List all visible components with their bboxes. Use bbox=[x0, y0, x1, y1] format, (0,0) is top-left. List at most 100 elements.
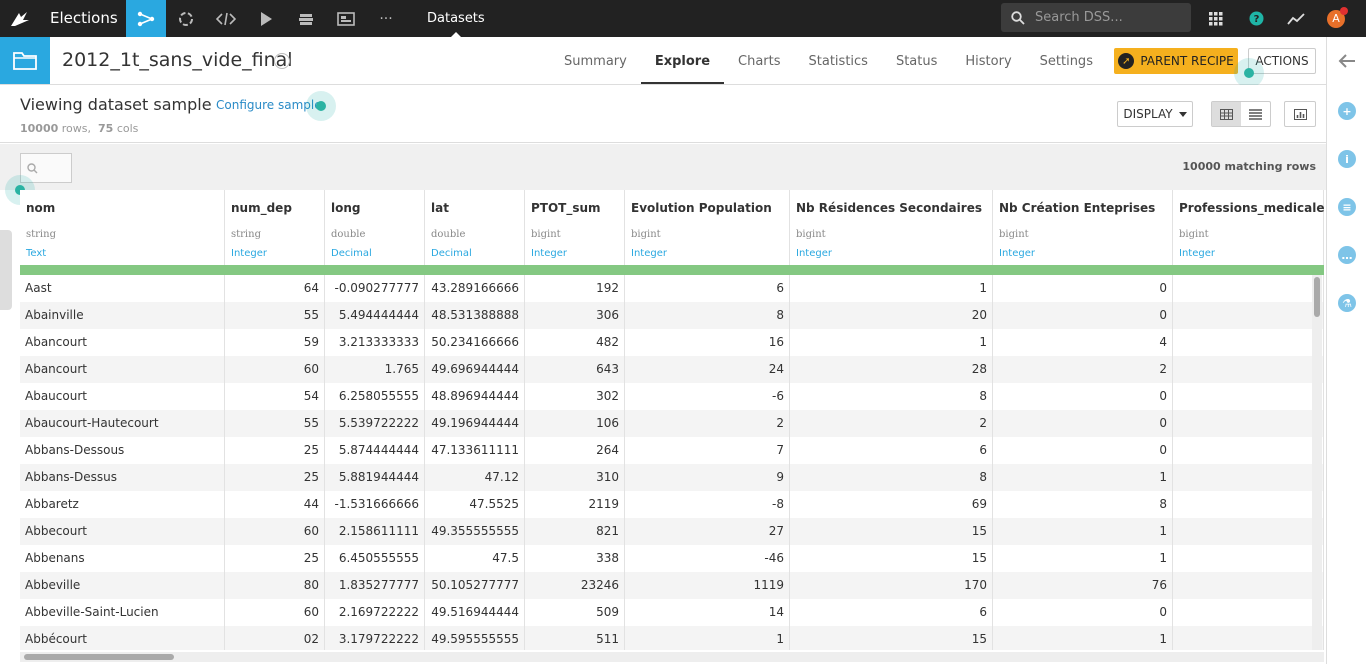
table-cell[interactable]: 59 bbox=[225, 329, 325, 356]
table-cell[interactable]: 69 bbox=[790, 491, 993, 518]
table-cell[interactable]: 0 bbox=[993, 410, 1173, 437]
table-cell[interactable]: 2119 bbox=[525, 491, 625, 518]
run-icon[interactable] bbox=[246, 0, 286, 37]
table-cell[interactable]: -8 bbox=[625, 491, 790, 518]
collapse-arrow-icon[interactable] bbox=[1338, 53, 1356, 72]
column-header[interactable]: Professions_medicales bigint Integer bbox=[1173, 190, 1324, 266]
table-cell[interactable]: 1 bbox=[790, 329, 993, 356]
table-cell[interactable]: 3.179722222 bbox=[325, 626, 425, 650]
table-cell[interactable]: -1.531666666 bbox=[325, 491, 425, 518]
apps-grid-icon[interactable] bbox=[1201, 0, 1231, 37]
table-cell[interactable]: 16 bbox=[625, 329, 790, 356]
table-cell[interactable]: Abancourt bbox=[20, 356, 225, 383]
table-cell[interactable]: 8 bbox=[993, 491, 1173, 518]
table-cell[interactable]: 60 bbox=[225, 599, 325, 626]
table-cell[interactable]: 821 bbox=[525, 518, 625, 545]
table-cell[interactable]: 0 bbox=[993, 302, 1173, 329]
display-dropdown[interactable]: DISPLAY bbox=[1117, 101, 1193, 127]
tab-statistics[interactable]: Statistics bbox=[795, 37, 882, 84]
table-cell[interactable]: 5.494444444 bbox=[325, 302, 425, 329]
table-cell[interactable]: -0.090277777 bbox=[325, 275, 425, 302]
table-row[interactable]: Abbeville-Saint-Lucien 60 2.169722222 49.51… bbox=[20, 599, 1324, 626]
table-row[interactable]: Abbans-Dessous 25 5.874444444 47.133611111 2… bbox=[20, 437, 1324, 464]
table-cell[interactable]: 8 bbox=[790, 464, 993, 491]
flow-icon[interactable] bbox=[126, 0, 166, 37]
table-cell[interactable]: 0 bbox=[993, 437, 1173, 464]
table-cell[interactable]: 80 bbox=[225, 572, 325, 599]
table-cell[interactable]: 49.196944444 bbox=[425, 410, 525, 437]
table-cell[interactable]: 0 bbox=[993, 275, 1173, 302]
table-cell[interactable] bbox=[1173, 410, 1324, 437]
table-cell[interactable]: 23246 bbox=[525, 572, 625, 599]
table-cell[interactable]: 9 bbox=[625, 464, 790, 491]
column-meaning[interactable]: Integer bbox=[631, 248, 667, 259]
table-cell[interactable]: 20 bbox=[790, 302, 993, 329]
list-view-icon[interactable] bbox=[1241, 102, 1270, 126]
table-cell[interactable]: 1119 bbox=[625, 572, 790, 599]
dss-logo-icon[interactable] bbox=[0, 0, 40, 37]
vertical-scrollbar[interactable] bbox=[1312, 275, 1322, 650]
table-cell[interactable]: 8 bbox=[625, 302, 790, 329]
table-cell[interactable]: 49.355555555 bbox=[425, 518, 525, 545]
table-cell[interactable]: 1 bbox=[993, 545, 1173, 572]
table-cell[interactable]: 24 bbox=[625, 356, 790, 383]
column-header[interactable]: long double Decimal bbox=[325, 190, 425, 266]
table-cell[interactable]: 25 bbox=[225, 464, 325, 491]
table-cell[interactable]: 15 bbox=[790, 518, 993, 545]
table-cell[interactable] bbox=[1173, 329, 1324, 356]
table-row[interactable]: Abancourt 59 3.213333333 50.234166666 482 16 1… bbox=[20, 329, 1324, 356]
table-cell[interactable]: 6.450555555 bbox=[325, 545, 425, 572]
table-cell[interactable]: 302 bbox=[525, 383, 625, 410]
column-header[interactable]: Nb Création Enteprises bigint Integer bbox=[993, 190, 1173, 266]
table-view-icon[interactable] bbox=[1212, 102, 1241, 126]
table-cell[interactable]: 2 bbox=[790, 410, 993, 437]
table-cell[interactable]: 54 bbox=[225, 383, 325, 410]
table-cell[interactable]: 47.5 bbox=[425, 545, 525, 572]
column-meaning[interactable]: Integer bbox=[999, 248, 1035, 259]
parent-recipe-button[interactable]: ➚ PARENT RECIPE bbox=[1114, 48, 1238, 74]
tutorial-beacon[interactable] bbox=[1234, 58, 1264, 88]
add-icon[interactable]: + bbox=[1338, 102, 1356, 120]
tab-charts[interactable]: Charts bbox=[724, 37, 795, 84]
table-cell[interactable]: -46 bbox=[625, 545, 790, 572]
table-cell[interactable]: 0 bbox=[993, 383, 1173, 410]
info-icon[interactable]: i bbox=[1338, 150, 1356, 168]
discussions-icon[interactable]: … bbox=[1338, 246, 1356, 264]
table-cell[interactable]: Abancourt bbox=[20, 329, 225, 356]
table-row[interactable]: Abbans-Dessus 25 5.881944444 47.12 310 9 8 1 bbox=[20, 464, 1324, 491]
table-cell[interactable] bbox=[1173, 545, 1324, 572]
table-cell[interactable]: 482 bbox=[525, 329, 625, 356]
table-cell[interactable]: 1 bbox=[993, 626, 1173, 650]
table-cell[interactable]: 1 bbox=[790, 275, 993, 302]
project-title[interactable]: Elections bbox=[50, 0, 118, 37]
table-cell[interactable]: 15 bbox=[790, 545, 993, 572]
column-meaning[interactable]: Decimal bbox=[331, 248, 372, 259]
table-cell[interactable]: 6.258055555 bbox=[325, 383, 425, 410]
table-cell[interactable]: 14 bbox=[625, 599, 790, 626]
table-cell[interactable]: 64 bbox=[225, 275, 325, 302]
recipes-icon[interactable] bbox=[166, 0, 206, 37]
table-cell[interactable]: 338 bbox=[525, 545, 625, 572]
table-cell[interactable]: 15 bbox=[790, 626, 993, 650]
table-cell[interactable]: 4 bbox=[993, 329, 1173, 356]
table-row[interactable]: Abaucourt 54 6.258055555 48.896944444 302 -6 8… bbox=[20, 383, 1324, 410]
table-cell[interactable]: 6 bbox=[790, 599, 993, 626]
table-cell[interactable]: Abbeville bbox=[20, 572, 225, 599]
tab-status[interactable]: Status bbox=[882, 37, 951, 84]
table-cell[interactable] bbox=[1173, 356, 1324, 383]
column-header[interactable]: nom string Text bbox=[20, 190, 225, 266]
table-cell[interactable]: Abbecourt bbox=[20, 518, 225, 545]
table-cell[interactable]: 0 bbox=[993, 599, 1173, 626]
left-panel-handle[interactable] bbox=[0, 230, 12, 310]
table-cell[interactable]: Abbenans bbox=[20, 545, 225, 572]
table-cell[interactable]: Abbeville-Saint-Lucien bbox=[20, 599, 225, 626]
table-cell[interactable]: 2 bbox=[625, 410, 790, 437]
column-header[interactable]: lat double Decimal bbox=[425, 190, 525, 266]
table-cell[interactable]: 25 bbox=[225, 437, 325, 464]
more-icon[interactable]: ··· bbox=[366, 0, 406, 37]
horizontal-scrollbar[interactable] bbox=[20, 652, 1324, 662]
table-cell[interactable]: 310 bbox=[525, 464, 625, 491]
table-cell[interactable]: Abaucourt bbox=[20, 383, 225, 410]
column-meaning[interactable]: Decimal bbox=[431, 248, 472, 259]
table-row[interactable]: Abainville 55 5.494444444 48.531388888 306 8 2… bbox=[20, 302, 1324, 329]
